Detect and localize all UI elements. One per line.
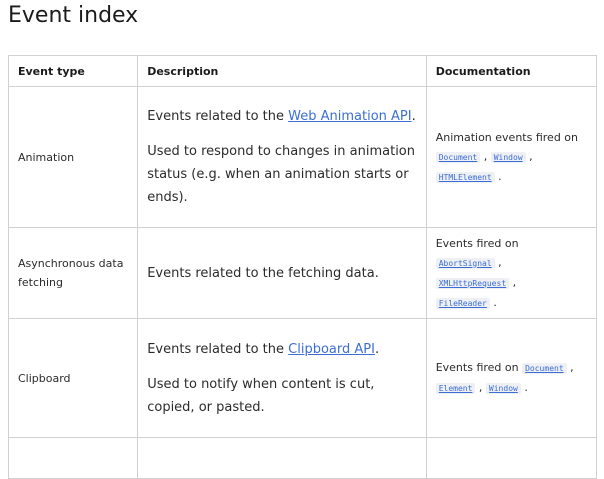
htmlelement-link[interactable]: HTMLElement bbox=[435, 171, 495, 183]
clipboard-api-link[interactable]: Clipboard API bbox=[288, 342, 375, 357]
event-type-cell: Clipboard bbox=[7, 318, 139, 438]
description-text: . bbox=[374, 341, 380, 357]
description-paragraph: Events related to the Clipboard API. bbox=[147, 338, 416, 361]
event-type-cell: Asynchronous data fetching bbox=[7, 227, 139, 319]
table-row bbox=[7, 437, 598, 479]
abortsignal-link[interactable]: AbortSignal bbox=[435, 257, 495, 269]
description-cell bbox=[137, 437, 427, 479]
documentation-cell: Events fired on Document , Element , Wind… bbox=[425, 318, 598, 438]
description-paragraph: Events related to the fetching data. bbox=[147, 265, 379, 281]
element-link[interactable]: Element bbox=[435, 383, 476, 394]
description-text: Events related to the bbox=[147, 341, 289, 357]
document-link[interactable]: Document bbox=[522, 363, 567, 374]
table-row: Asynchronous data fetching Events relate… bbox=[7, 227, 598, 319]
description-paragraph: Used to notify when content is cut, copi… bbox=[147, 376, 375, 415]
description-paragraph: Used to respond to changes in animation … bbox=[147, 144, 415, 205]
column-header-event-type: Event type bbox=[7, 55, 139, 87]
table-row: Animation Events related to the Web Anim… bbox=[7, 86, 598, 228]
description-text: Events related to the bbox=[147, 109, 289, 124]
description-cell: Events related to the fetching data. bbox=[137, 227, 427, 319]
page-title: Event index bbox=[8, 3, 139, 28]
description-text: . bbox=[411, 109, 416, 124]
web-animation-api-link[interactable]: Web Animation API bbox=[288, 109, 411, 124]
event-index-table: Event type Description Documentation Ani… bbox=[7, 55, 598, 479]
window-link[interactable]: Window bbox=[490, 151, 526, 163]
description-cell: Events related to the Web Animation API.… bbox=[137, 86, 427, 228]
column-header-description: Description bbox=[137, 55, 427, 87]
event-type-cell: Animation bbox=[7, 86, 139, 228]
column-header-documentation: Documentation bbox=[425, 55, 598, 87]
window-link[interactable]: Window bbox=[485, 383, 521, 394]
filereader-link[interactable]: FileReader bbox=[435, 297, 490, 309]
table-header-row: Event type Description Documentation bbox=[7, 55, 598, 87]
documentation-text: Events fired on bbox=[435, 236, 519, 250]
documentation-cell: Events fired on AbortSignal , XMLHttpReque… bbox=[425, 227, 598, 319]
documentation-cell bbox=[425, 437, 598, 479]
description-paragraph: Events related to the Web Animation API. bbox=[147, 105, 416, 128]
table-row: Clipboard Events related to the Clipboar… bbox=[7, 318, 598, 438]
description-cell: Events related to the Clipboard API. Use… bbox=[137, 318, 427, 438]
documentation-text: Events fired on bbox=[435, 361, 519, 374]
documentation-cell: Animation events fired on Document , Wind… bbox=[425, 86, 598, 228]
event-type-cell bbox=[7, 437, 139, 479]
xmlhttprequest-link[interactable]: XMLHttpRequest bbox=[435, 277, 510, 289]
document-link[interactable]: Document bbox=[435, 151, 481, 163]
documentation-text: Animation events fired on bbox=[435, 130, 578, 144]
